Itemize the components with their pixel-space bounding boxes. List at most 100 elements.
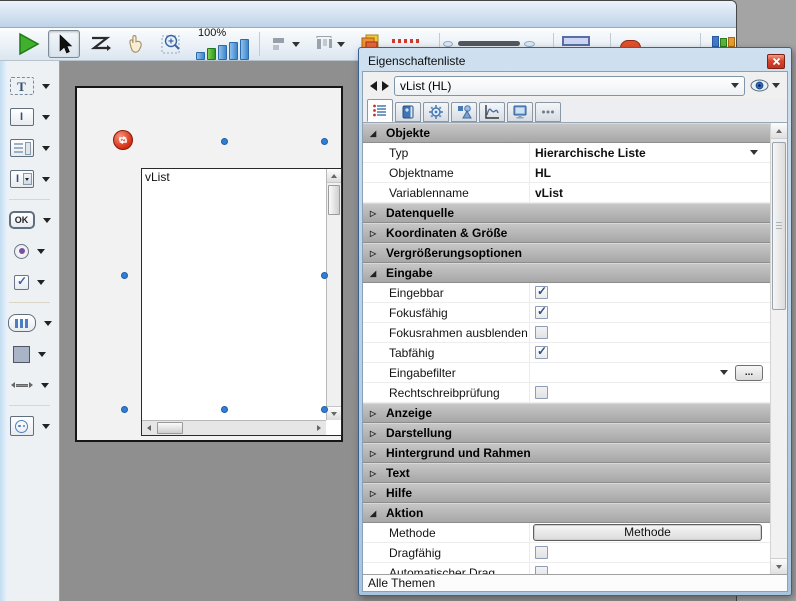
collapsed-triangle-icon[interactable]: ▷ [370, 209, 380, 218]
checkbox-checked[interactable] [535, 306, 548, 319]
tab-objects[interactable] [451, 102, 477, 122]
tool-dropdown-chevron[interactable] [44, 321, 52, 326]
input-field-tool[interactable]: I [0, 106, 59, 128]
radio-button-tool[interactable] [0, 240, 59, 262]
segmented-button-tool[interactable] [0, 312, 59, 334]
value-dropdown-arrow[interactable] [750, 150, 758, 155]
panel-close-button[interactable] [767, 54, 785, 69]
tab-display[interactable] [507, 102, 533, 122]
run-form-button[interactable] [12, 30, 44, 58]
section-text[interactable]: ▷Text [363, 463, 787, 483]
panel-titlebar[interactable]: Eigenschaftenliste [362, 51, 788, 71]
checkbox-tool[interactable] [0, 271, 59, 293]
section-anzeige[interactable]: ▷Anzeige [363, 403, 787, 423]
splitter-tool[interactable] [0, 374, 59, 396]
checkbox-unchecked[interactable] [535, 546, 548, 559]
tab-database[interactable] [395, 102, 421, 122]
selection-handle-sw[interactable] [121, 406, 128, 413]
view-options-chevron[interactable] [772, 83, 780, 88]
method-button[interactable]: Methode [533, 524, 762, 541]
tool-dropdown-chevron[interactable] [38, 352, 46, 357]
section-datenquelle[interactable]: ▷Datenquelle [363, 203, 787, 223]
property-value[interactable]: Hierarchische Liste [535, 146, 646, 160]
checkbox-unchecked[interactable] [535, 386, 548, 399]
pointer-tool-button[interactable] [48, 30, 80, 58]
distribute-objects-button[interactable] [308, 30, 350, 58]
combobox-dropdown-arrow[interactable] [731, 83, 739, 88]
scroll-thumb[interactable] [157, 422, 183, 434]
combobox-tool[interactable]: I [0, 168, 59, 190]
checkbox-unchecked[interactable] [535, 566, 548, 574]
rectangle-tool[interactable] [0, 343, 59, 365]
tool-dropdown-chevron[interactable] [43, 218, 51, 223]
scroll-up-button[interactable] [327, 169, 341, 183]
section-objekte[interactable]: ◢Objekte [363, 123, 787, 143]
object-method-badge[interactable] [113, 130, 133, 150]
button-tool[interactable]: OK [0, 209, 59, 231]
plugin-area-tool[interactable] [0, 415, 59, 437]
entry-order-button[interactable] [84, 30, 116, 58]
section-darstellung[interactable]: ▷Darstellung [363, 423, 787, 443]
collapsed-triangle-icon[interactable]: ▷ [370, 229, 380, 238]
filter-dropdown-arrow[interactable] [720, 370, 728, 375]
selection-handle-s[interactable] [221, 406, 228, 413]
tool-dropdown-chevron[interactable] [37, 280, 45, 285]
tool-dropdown-chevron[interactable] [42, 177, 50, 182]
section-hintergrund[interactable]: ▷Hintergrund und Rahmen [363, 443, 787, 463]
selection-handle-n[interactable] [221, 138, 228, 145]
collapsed-triangle-icon[interactable]: ▷ [370, 429, 380, 438]
tool-dropdown-chevron[interactable] [42, 146, 50, 151]
collapsed-triangle-icon[interactable]: ▷ [370, 469, 380, 478]
scroll-left-button[interactable] [142, 421, 156, 435]
scroll-thumb[interactable] [328, 185, 340, 215]
text-tool[interactable]: T [0, 75, 59, 97]
zoom-bars-icon[interactable] [196, 39, 249, 60]
tool-dropdown-chevron[interactable] [41, 383, 49, 388]
expanded-triangle-icon[interactable]: ◢ [370, 269, 380, 278]
section-koordinaten[interactable]: ▷Koordinaten & Größe [363, 223, 787, 243]
collapsed-triangle-icon[interactable]: ▷ [370, 489, 380, 498]
scroll-down-button[interactable] [771, 558, 787, 574]
panel-scrollbar[interactable] [770, 123, 787, 574]
tab-property-list[interactable] [367, 99, 393, 122]
collapsed-triangle-icon[interactable]: ▷ [370, 449, 380, 458]
selection-handle-w[interactable] [121, 272, 128, 279]
previous-object-button[interactable] [370, 81, 377, 91]
collapsed-triangle-icon[interactable]: ▷ [370, 409, 380, 418]
checkbox-checked[interactable] [535, 346, 548, 359]
scroll-thumb[interactable] [772, 142, 786, 310]
tab-settings[interactable] [423, 102, 449, 122]
section-eingabe[interactable]: ◢Eingabe [363, 263, 787, 283]
checkbox-unchecked[interactable] [535, 326, 548, 339]
next-object-button[interactable] [382, 81, 389, 91]
filter-ellipsis-button[interactable]: ... [735, 365, 763, 381]
collapsed-triangle-icon[interactable]: ▷ [370, 249, 380, 258]
zoom-tool-button[interactable] [156, 30, 188, 58]
tab-events[interactable] [479, 102, 505, 122]
pan-tool-button[interactable] [120, 30, 152, 58]
zoom-level-control[interactable]: 100% [196, 28, 249, 60]
scroll-right-button[interactable] [312, 421, 326, 435]
object-vertical-scrollbar[interactable] [326, 169, 341, 420]
tool-dropdown-chevron[interactable] [42, 115, 50, 120]
window-titlebar[interactable]: Formular: Kunden - Eingabe* [0, 1, 736, 28]
expanded-triangle-icon[interactable]: ◢ [370, 129, 380, 138]
tool-dropdown-chevron[interactable] [42, 84, 50, 89]
property-value[interactable]: HL [535, 166, 551, 180]
selection-handle-e[interactable] [321, 272, 328, 279]
checkbox-checked[interactable] [535, 286, 548, 299]
selection-handle-ne[interactable] [321, 138, 328, 145]
distribute-dropdown-chevron[interactable] [337, 42, 345, 47]
section-hilfe[interactable]: ▷Hilfe [363, 483, 787, 503]
align-dropdown-chevron[interactable] [292, 42, 300, 47]
scroll-up-button[interactable] [771, 123, 787, 139]
tool-dropdown-chevron[interactable] [42, 424, 50, 429]
tool-dropdown-chevron[interactable] [37, 249, 45, 254]
align-objects-button[interactable] [266, 30, 304, 58]
scroll-down-button[interactable] [327, 406, 341, 420]
object-selector-combobox[interactable]: vList (HL) [394, 76, 745, 96]
tab-more[interactable] [535, 102, 561, 122]
selection-handle-se[interactable] [321, 406, 328, 413]
expanded-triangle-icon[interactable]: ◢ [370, 509, 380, 518]
property-value[interactable]: vList [535, 186, 563, 200]
